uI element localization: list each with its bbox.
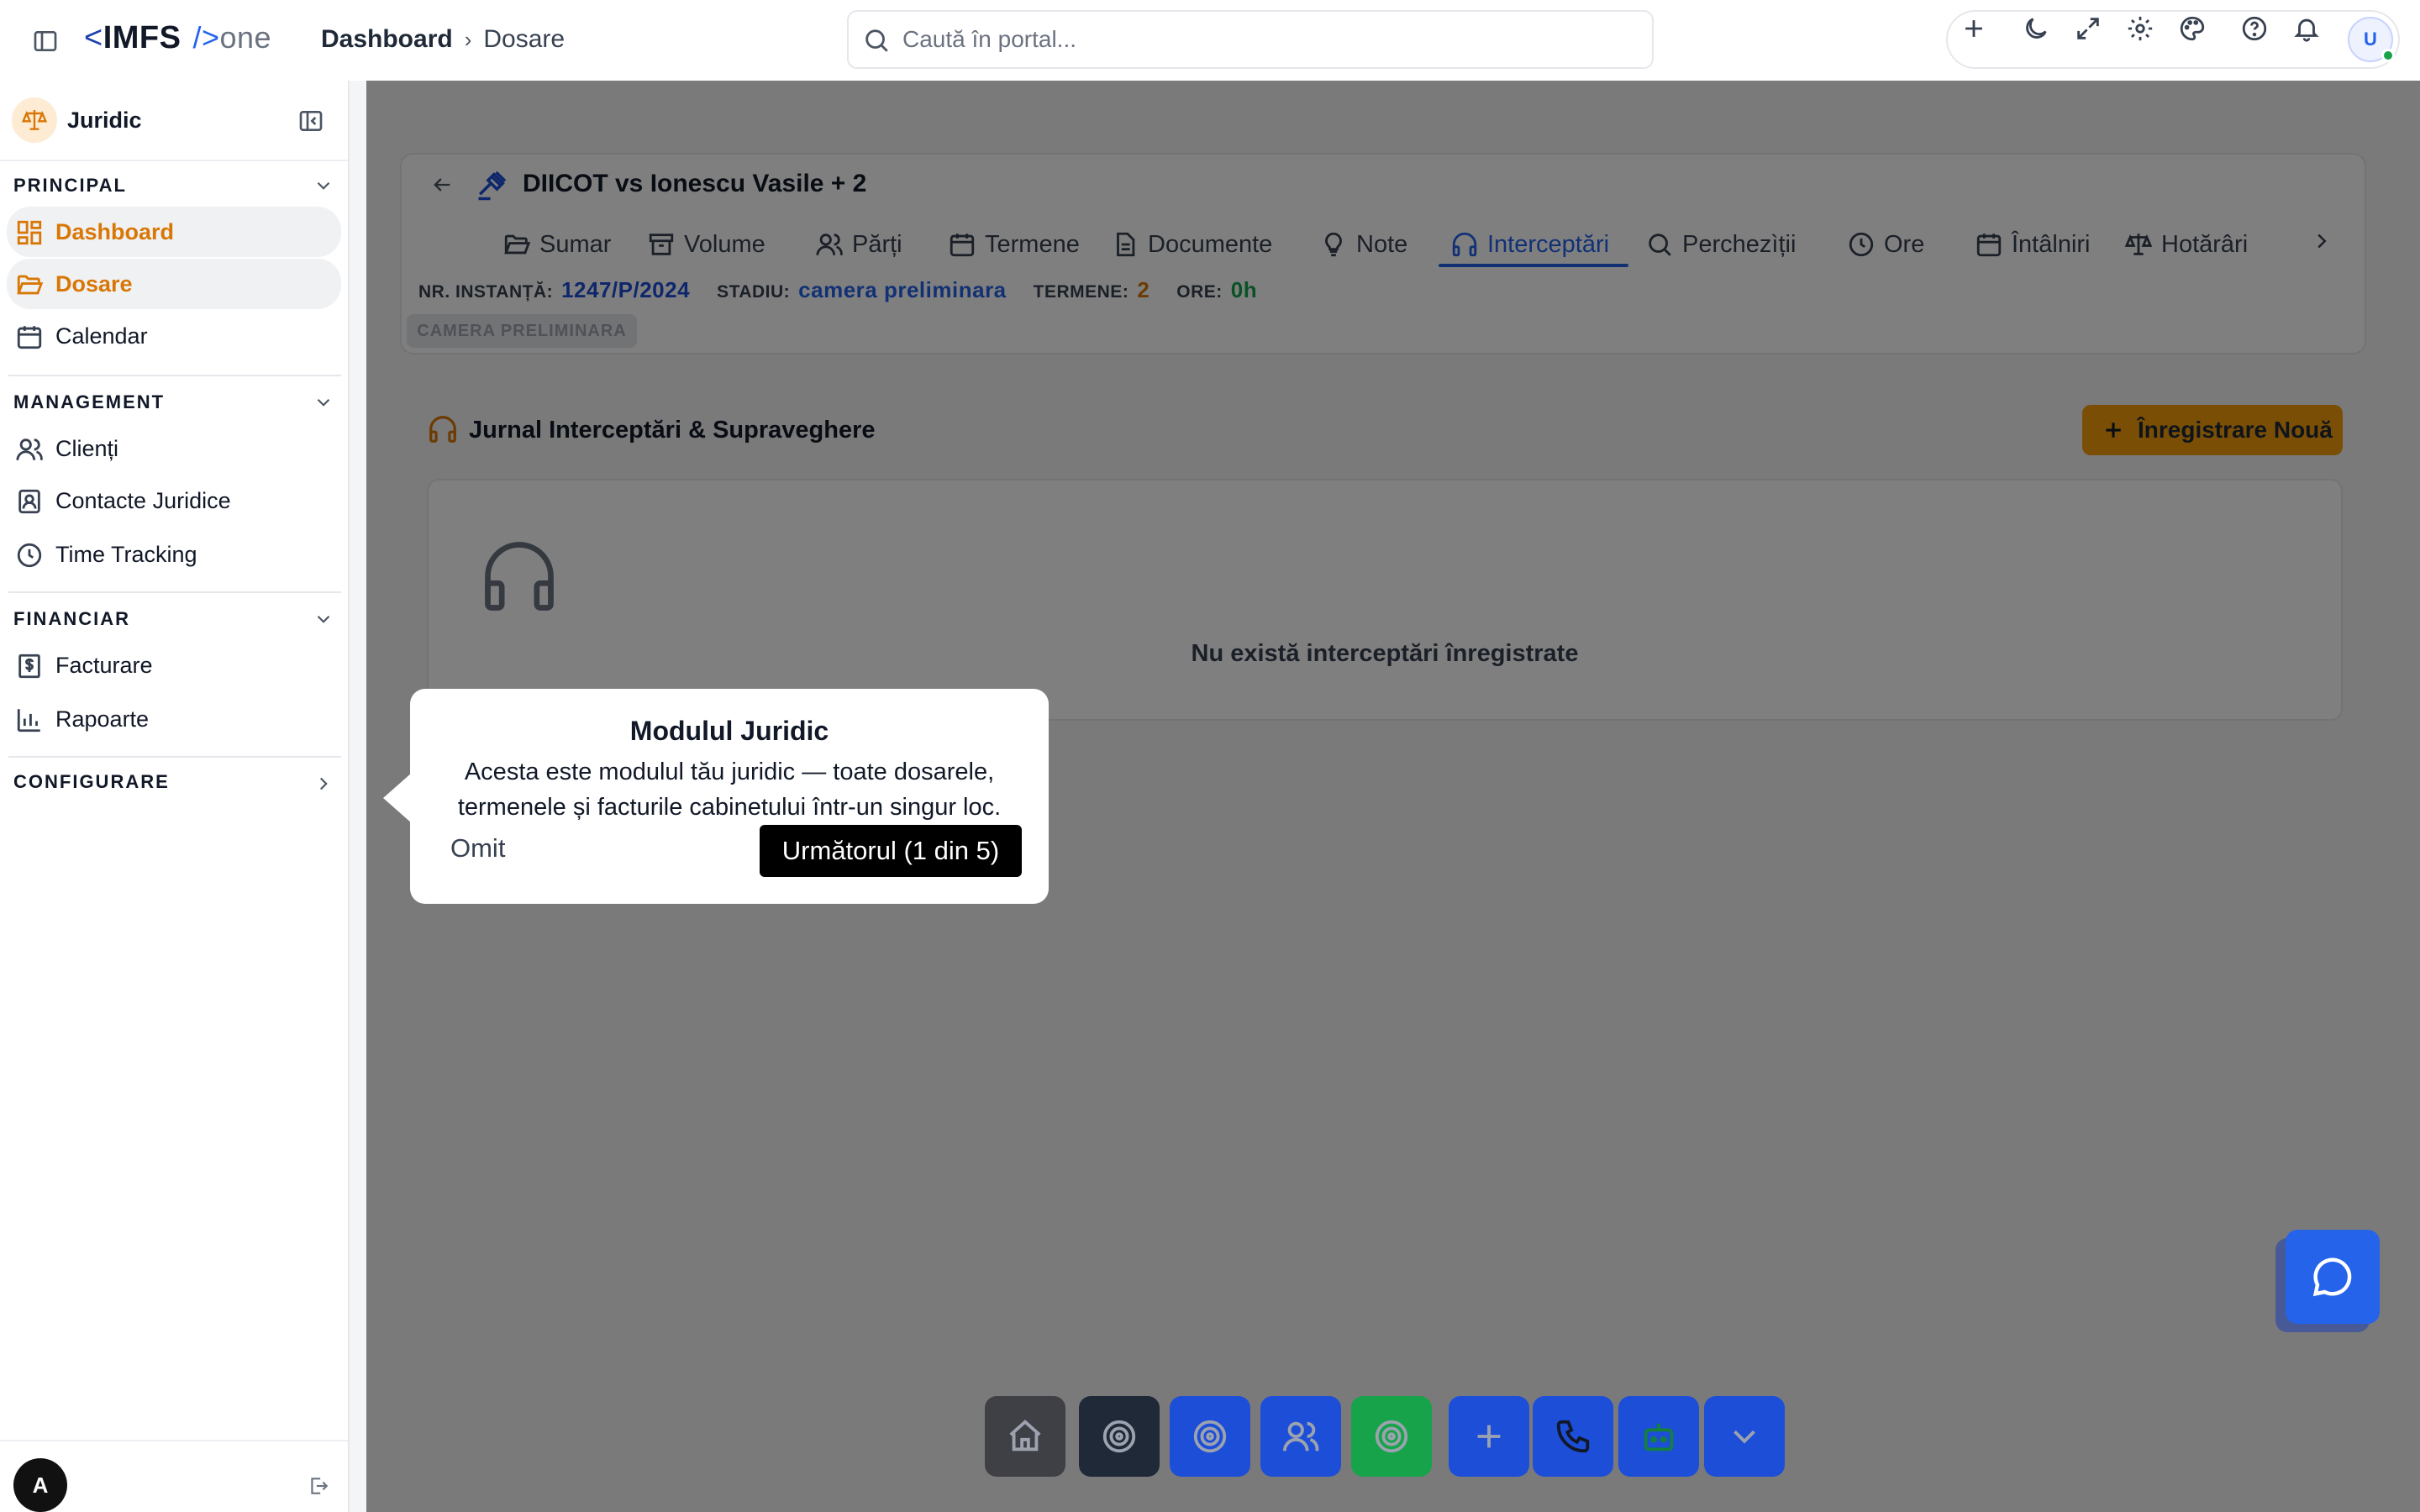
section-configurare[interactable]: CONFIGURARE [13,771,170,793]
home-icon [1009,1420,1041,1452]
target-icon [1193,1420,1227,1453]
phone-icon [1556,1420,1590,1453]
account-initial: A [32,1472,49,1498]
tour-popover: Modulul Juridic Acesta este modulul tău … [410,689,1049,904]
users-icon [15,435,44,464]
sidebar-item-time-tracking[interactable]: Time Tracking [7,529,341,580]
dock-home-button[interactable] [985,1396,1065,1477]
sidebar-divider [8,756,341,758]
user-avatar[interactable]: U [2348,17,2395,62]
robot-icon [1644,1423,1674,1452]
sidebar-item-label: Calendar [55,323,148,349]
sidebar-item-contacte-juridice[interactable]: Contacte Juridice [7,475,341,526]
search-box[interactable] [847,10,1654,69]
skip-tour-button[interactable]: Omit [450,833,505,864]
breadcrumb-separator: › [464,26,472,52]
tour-description: Acesta este modulul tău juridic — toate … [457,759,1002,821]
dock-more-button[interactable] [1704,1396,1785,1477]
breadcrumb: Dashboard › Dosare [321,25,565,54]
sidebar-item-label: Dosare [55,270,133,297]
collapse-sidebar-icon[interactable] [297,108,324,134]
popover-arrow [383,773,412,823]
user-initial: U [2364,29,2377,50]
logo-bracket: < [84,20,103,55]
sidebar-item-label: Facturare [55,652,153,678]
scales-icon [12,97,57,143]
account-avatar[interactable]: A [13,1458,67,1512]
dock-bot-button[interactable] [1618,1396,1699,1477]
online-status-dot [2381,49,2395,62]
help-icon[interactable] [2240,14,2269,43]
sidebar-item-label: Dashboard [55,218,175,244]
plus-icon[interactable] [1960,14,1988,43]
sidebar-item-label: Clienți [55,435,119,461]
logo-suffix: one [219,20,272,55]
section-principal[interactable]: PRINCIPAL [13,175,127,197]
module-name: Juridic [67,108,142,133]
next-step-button[interactable]: Următorul (1 din 5) [760,825,1022,877]
sidebar-item-dashboard[interactable]: Dashboard [7,207,341,257]
dock-add-button[interactable] [1449,1396,1529,1477]
dock-target-button[interactable] [1079,1396,1160,1477]
chat-bubble-icon [2312,1257,2352,1297]
invoice-icon [15,652,44,680]
target-icon [1102,1420,1136,1453]
sidebar-divider [8,375,341,376]
chevron-right-icon[interactable] [313,773,334,795]
sidebar-item-label: Rapoarte [55,706,150,732]
sidebar-header: Juridic [0,81,348,161]
sidebar-item-dosare[interactable]: Dosare [7,259,341,309]
chevron-down-icon [1733,1430,1755,1444]
sidebar: Juridic PRINCIPAL Dashboard Dosare Calen… [0,81,350,1512]
bell-icon[interactable] [2292,14,2321,43]
header-actions [1946,10,2400,69]
clock-icon [15,541,44,570]
sidebar-item-facturare[interactable]: Facturare [7,640,341,690]
sidebar-divider [8,591,341,593]
expand-icon[interactable] [2074,14,2102,43]
dock-target-button[interactable] [1170,1396,1250,1477]
sidebar-item-rapoarte[interactable]: Rapoarte [7,694,341,744]
contact-card-icon [15,487,44,516]
users-icon [1282,1421,1319,1452]
tour-title: Modulul Juridic [629,716,829,746]
dock-users-button[interactable] [1260,1396,1341,1477]
search-input[interactable] [902,26,1625,53]
chevron-down-icon[interactable] [313,175,334,197]
search-icon [862,26,891,55]
breadcrumb-dosare: Dosare [483,25,566,53]
sidebar-footer: A [0,1440,348,1512]
section-management[interactable]: MANAGEMENT [13,391,165,413]
chevron-down-icon[interactable] [313,608,334,630]
sidebar-toggle-icon[interactable] [32,28,59,55]
logo-brand: IMFS [103,20,182,55]
dock-target-button[interactable] [1351,1396,1432,1477]
dock-phone-button[interactable] [1533,1396,1613,1477]
chat-button[interactable] [2286,1230,2380,1324]
sidebar-item-clienti[interactable]: Clienți [7,423,341,474]
palette-icon[interactable] [2178,14,2207,43]
sidebar-item-label: Contacte Juridice [55,487,231,513]
logo-slash: /> [192,20,220,55]
bar-chart-icon [15,706,44,734]
gear-icon[interactable] [2126,14,2154,43]
sidebar-item-label: Time Tracking [55,541,197,567]
logout-icon[interactable] [308,1475,329,1497]
top-bar: <IMFS />one Dashboard › Dosare U [0,0,2420,81]
sidebar-item-calendar[interactable]: Calendar [7,311,341,361]
folder-icon [15,270,44,299]
target-icon [1375,1420,1408,1453]
breadcrumb-dashboard[interactable]: Dashboard [321,25,453,54]
moon-icon[interactable] [2022,14,2050,43]
dashboard-icon [15,218,44,247]
section-financiar[interactable]: FINANCIAR [13,608,130,630]
app-logo[interactable]: < IMFS /> one [84,20,271,56]
plus-icon [1477,1425,1501,1448]
chevron-down-icon[interactable] [313,391,334,413]
calendar-icon [15,323,44,351]
